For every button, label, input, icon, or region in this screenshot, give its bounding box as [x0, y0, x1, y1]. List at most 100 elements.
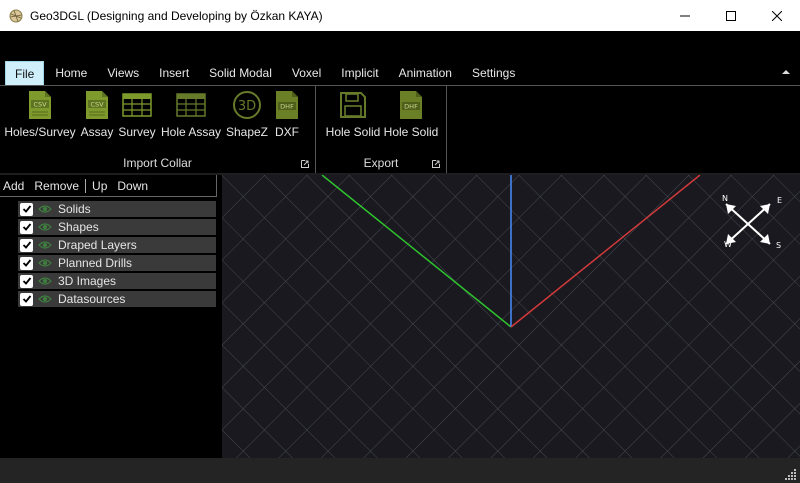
- add-button[interactable]: Add: [3, 179, 24, 193]
- hole-assay-button[interactable]: Hole Assay: [158, 86, 224, 148]
- assay-button[interactable]: CSV Assay: [78, 86, 116, 148]
- eye-icon[interactable]: [38, 240, 52, 250]
- resize-grip-icon[interactable]: [785, 468, 797, 480]
- svg-text:CSV: CSV: [90, 101, 104, 109]
- layer-name: Planned Drills: [58, 256, 133, 270]
- survey-button[interactable]: Survey: [116, 86, 158, 148]
- check-icon: [22, 241, 31, 249]
- layer-checkbox[interactable]: [20, 274, 33, 288]
- layer-item-draped-layers[interactable]: Draped Layers: [18, 237, 216, 253]
- layer-item-datasources[interactable]: Datasources: [18, 291, 216, 307]
- layer-checkbox[interactable]: [20, 292, 33, 306]
- svg-text:DHF: DHF: [404, 103, 418, 111]
- eye-icon[interactable]: [38, 258, 52, 268]
- tab-implicit[interactable]: Implicit: [332, 61, 387, 85]
- holes-survey-label: Holes/Survey: [4, 125, 76, 139]
- eye-icon[interactable]: [38, 276, 52, 286]
- layer-item-planned-drills[interactable]: Planned Drills: [18, 255, 216, 271]
- layers-toolbar: Add Remove Up Down: [0, 175, 217, 197]
- table-icon: [122, 93, 152, 117]
- export-hole-solid-button[interactable]: Hole Solid: [324, 86, 382, 148]
- window-title: Geo3DGL (Designing and Developing by Özk…: [30, 8, 323, 23]
- dxf-file-icon: DHF: [276, 91, 298, 119]
- layer-name: Datasources: [58, 292, 126, 306]
- close-button[interactable]: [754, 0, 800, 31]
- layer-name: Shapes: [58, 220, 99, 234]
- holes-survey-button[interactable]: CSV Holes/Survey: [2, 86, 78, 148]
- survey-label: Survey: [118, 125, 156, 139]
- layer-checkbox[interactable]: [20, 220, 33, 234]
- 3d-circle-icon: 3D: [233, 91, 261, 119]
- group-export: Hole Solid DHF Hole Solid Export: [316, 86, 447, 173]
- assay-label: Assay: [80, 125, 114, 139]
- toolbar-separator: [85, 178, 87, 193]
- svg-text:CSV: CSV: [33, 101, 47, 109]
- svg-text:3D: 3D: [238, 99, 256, 114]
- dialog-launcher-icon[interactable]: [432, 160, 440, 168]
- table-icon: [176, 93, 206, 117]
- tab-insert[interactable]: Insert: [150, 61, 198, 85]
- title-bar: Geo3DGL (Designing and Developing by Özk…: [0, 0, 800, 31]
- minimize-icon: [680, 15, 690, 16]
- hole-assay-label: Hole Assay: [160, 125, 222, 139]
- layer-name: 3D Images: [58, 274, 117, 288]
- up-button[interactable]: Up: [92, 179, 107, 193]
- dxf-file-icon: DHF: [400, 91, 422, 119]
- check-icon: [22, 259, 31, 267]
- layer-checkbox[interactable]: [20, 202, 33, 216]
- layer-item-shapes[interactable]: Shapes: [18, 219, 216, 235]
- shapez-label: ShapeZ: [225, 125, 269, 139]
- svg-text:DHF: DHF: [280, 103, 294, 111]
- tab-home[interactable]: Home: [46, 61, 96, 85]
- layer-name: Draped Layers: [58, 238, 137, 252]
- tab-animation[interactable]: Animation: [390, 61, 461, 85]
- csv-file-icon: CSV: [29, 91, 51, 119]
- tab-solid-modal[interactable]: Solid Modal: [200, 61, 281, 85]
- ribbon-panel: CSV Holes/Survey CSV Assay Survey Hole A…: [0, 85, 800, 173]
- export-hole-solid-dxf-button[interactable]: DHF Hole Solid: [382, 86, 440, 148]
- check-icon: [22, 205, 31, 213]
- check-icon: [22, 223, 31, 231]
- close-icon: [772, 10, 782, 21]
- maximize-icon: [726, 10, 736, 21]
- check-icon: [22, 295, 31, 303]
- top-band: [0, 31, 800, 59]
- status-bar: [0, 458, 800, 483]
- check-icon: [22, 277, 31, 285]
- layers-panel: Add Remove Up Down Solids Shapes Draped …: [0, 175, 222, 458]
- dialog-launcher-icon[interactable]: [301, 160, 309, 168]
- tab-views[interactable]: Views: [98, 61, 148, 85]
- ribbon-tabs: File Home Views Insert Solid Modal Voxel…: [0, 59, 800, 85]
- dxf-label: DXF: [275, 125, 299, 139]
- group-import-collar: CSV Holes/Survey CSV Assay Survey Hole A…: [0, 86, 316, 173]
- export-hole-solid-label: Hole Solid: [325, 125, 381, 139]
- eye-icon[interactable]: [38, 222, 52, 232]
- tab-voxel[interactable]: Voxel: [283, 61, 330, 85]
- globe-app-icon: [9, 9, 23, 22]
- down-button[interactable]: Down: [117, 179, 148, 193]
- eye-icon[interactable]: [38, 204, 52, 214]
- layer-checkbox[interactable]: [20, 256, 33, 270]
- layer-item-solids[interactable]: Solids: [18, 201, 216, 217]
- compass-w: W: [724, 240, 732, 249]
- ribbon-collapse-icon[interactable]: [781, 67, 791, 77]
- dxf-button[interactable]: DHF DXF: [270, 86, 304, 148]
- export-hole-solid-dxf-label: Hole Solid: [383, 125, 439, 139]
- tab-settings[interactable]: Settings: [463, 61, 524, 85]
- shapez-button[interactable]: 3D ShapeZ: [224, 86, 270, 148]
- csv-file-icon: CSV: [86, 91, 108, 119]
- tab-file[interactable]: File: [5, 61, 45, 85]
- export-group-label: Export: [363, 156, 399, 170]
- eye-icon[interactable]: [38, 294, 52, 304]
- compass-icon: N E W S: [722, 194, 782, 250]
- layer-checkbox[interactable]: [20, 238, 33, 252]
- 3d-viewport[interactable]: N E W S: [222, 175, 800, 458]
- remove-button[interactable]: Remove: [34, 179, 79, 193]
- minimize-button[interactable]: [662, 0, 708, 31]
- compass-s: S: [776, 241, 781, 250]
- maximize-button[interactable]: [708, 0, 754, 31]
- compass-n: N: [722, 194, 728, 203]
- import-collar-group-label: Import Collar: [123, 156, 192, 170]
- compass-e: E: [777, 196, 782, 205]
- layer-item-3d-images[interactable]: 3D Images: [18, 273, 216, 289]
